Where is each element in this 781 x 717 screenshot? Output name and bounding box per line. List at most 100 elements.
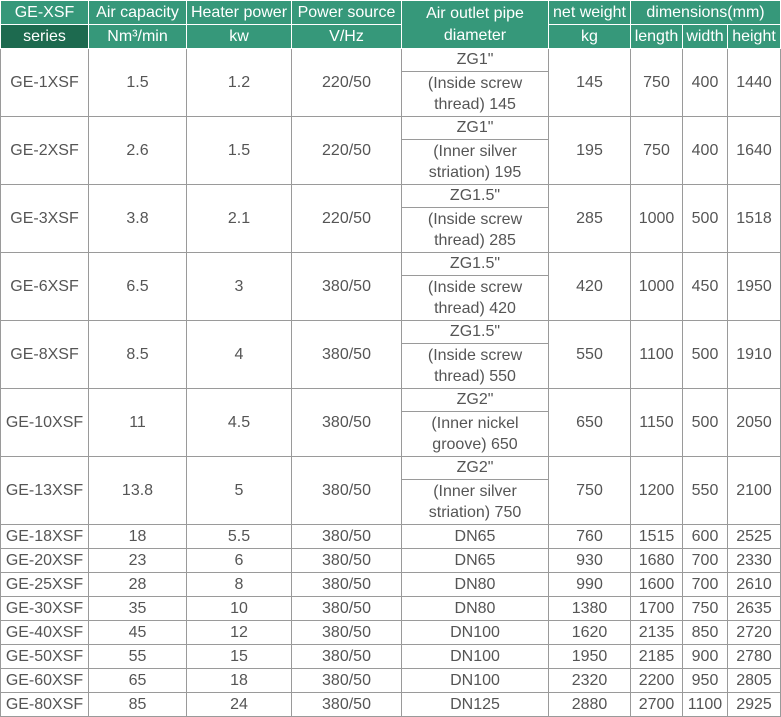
cell-air-capacity: 65 xyxy=(88,668,187,693)
cell-width: 500 xyxy=(682,320,728,389)
header-power-source: Power source xyxy=(291,0,402,25)
unit-power-source: V/Hz xyxy=(291,24,402,49)
table-row: GE-13XSF 13.8 5 380/50 ZG2" (Inner silver str… xyxy=(0,456,781,525)
table-row: GE-18XSF 18 5.5 380/50 DN65 760 1515 600 2525 xyxy=(0,524,781,549)
cell-power-source: 380/50 xyxy=(291,524,402,549)
cell-height: 2925 xyxy=(727,692,781,717)
cell-air-capacity: 45 xyxy=(88,620,187,645)
unit-air-capacity: Nm³/min xyxy=(88,24,187,49)
cell-length: 1100 xyxy=(630,320,683,389)
cell-height: 1910 xyxy=(727,320,781,389)
cell-length: 750 xyxy=(630,48,683,117)
cell-width: 700 xyxy=(682,572,728,597)
table-row: GE-1XSF 1.5 1.2 220/50 ZG1" (Inside screw thr… xyxy=(0,48,781,117)
pipe-thread-size: ZG1.5" xyxy=(402,186,548,208)
cell-air-capacity: 23 xyxy=(88,548,187,573)
cell-heater-power: 1.5 xyxy=(186,116,292,185)
cell-height: 1950 xyxy=(727,252,781,321)
spec-table-header: GE-XSF Air capacity Heater power Power s… xyxy=(0,0,781,49)
cell-length: 1515 xyxy=(630,524,683,549)
pipe-thread-size: ZG2" xyxy=(402,390,548,412)
cell-net-weight: 760 xyxy=(548,524,631,549)
cell-model: GE-6XSF xyxy=(0,252,89,321)
cell-length: 2700 xyxy=(630,692,683,717)
cell-heater-power: 2.1 xyxy=(186,184,292,253)
cell-pipe-diameter: ZG2" (Inner nickel groove) 650 xyxy=(401,388,549,457)
cell-air-capacity: 35 xyxy=(88,596,187,621)
cell-width: 600 xyxy=(682,524,728,549)
table-row: GE-10XSF 11 4.5 380/50 ZG2" (Inner nickel gro… xyxy=(0,388,781,457)
cell-length: 2185 xyxy=(630,644,683,669)
header-series: series xyxy=(0,24,89,49)
cell-heater-power: 12 xyxy=(186,620,292,645)
cell-width: 500 xyxy=(682,184,728,253)
pipe-thread-size: ZG1.5" xyxy=(402,254,548,276)
cell-net-weight: 1620 xyxy=(548,620,631,645)
cell-height: 2610 xyxy=(727,572,781,597)
pipe-connection-note: (Inner silver striation) 750 xyxy=(428,483,522,521)
cell-model: GE-50XSF xyxy=(0,644,89,669)
cell-heater-power: 24 xyxy=(186,692,292,717)
cell-net-weight: 750 xyxy=(548,456,631,525)
cell-height: 1640 xyxy=(727,116,781,185)
cell-net-weight: 145 xyxy=(548,48,631,117)
cell-power-source: 380/50 xyxy=(291,252,402,321)
cell-air-capacity: 3.8 xyxy=(88,184,187,253)
cell-length: 1000 xyxy=(630,184,683,253)
cell-width: 750 xyxy=(682,596,728,621)
cell-heater-power: 15 xyxy=(186,644,292,669)
cell-heater-power: 10 xyxy=(186,596,292,621)
cell-net-weight: 550 xyxy=(548,320,631,389)
header-length: length xyxy=(630,24,683,49)
cell-heater-power: 6 xyxy=(186,548,292,573)
cell-pipe-diameter: DN100 xyxy=(401,644,549,669)
pipe-thread-size: ZG1.5" xyxy=(402,322,548,344)
cell-air-capacity: 28 xyxy=(88,572,187,597)
table-row: GE-40XSF 45 12 380/50 DN100 1620 2135 850 2720 xyxy=(0,620,781,645)
cell-power-source: 380/50 xyxy=(291,388,402,457)
pipe-connection-note: (Inner silver striation) 195 xyxy=(428,143,522,181)
cell-net-weight: 650 xyxy=(548,388,631,457)
cell-length: 1150 xyxy=(630,388,683,457)
pipe-connection-note: (Inside screw thread) 420 xyxy=(427,279,523,317)
cell-power-source: 380/50 xyxy=(291,548,402,573)
cell-power-source: 220/50 xyxy=(291,184,402,253)
cell-pipe-diameter: DN125 xyxy=(401,692,549,717)
table-row: GE-6XSF 6.5 3 380/50 ZG1.5" (Inside screw thr… xyxy=(0,252,781,321)
cell-height: 2330 xyxy=(727,548,781,573)
cell-height: 1440 xyxy=(727,48,781,117)
cell-pipe-diameter: DN100 xyxy=(401,620,549,645)
cell-air-capacity: 85 xyxy=(88,692,187,717)
cell-net-weight: 1380 xyxy=(548,596,631,621)
cell-net-weight: 1950 xyxy=(548,644,631,669)
table-row: GE-80XSF 85 24 380/50 DN125 2880 2700 1100 2925 xyxy=(0,692,781,717)
cell-width: 950 xyxy=(682,668,728,693)
cell-power-source: 220/50 xyxy=(291,116,402,185)
cell-width: 550 xyxy=(682,456,728,525)
header-net-weight: net weight xyxy=(548,0,631,25)
cell-net-weight: 2320 xyxy=(548,668,631,693)
cell-height: 2720 xyxy=(727,620,781,645)
cell-width: 850 xyxy=(682,620,728,645)
cell-air-capacity: 8.5 xyxy=(88,320,187,389)
header-row-units: series Nm³/min kw V/Hz kg length width h… xyxy=(0,24,781,49)
cell-heater-power: 1.2 xyxy=(186,48,292,117)
cell-pipe-diameter: DN80 xyxy=(401,596,549,621)
header-width: width xyxy=(682,24,728,49)
header-model-group: GE-XSF xyxy=(0,0,89,25)
cell-pipe-diameter: ZG1.5" (Inside screw thread) 285 xyxy=(401,184,549,253)
cell-model: GE-3XSF xyxy=(0,184,89,253)
cell-height: 2805 xyxy=(727,668,781,693)
pipe-thread-size: ZG2" xyxy=(402,458,548,480)
cell-height: 2780 xyxy=(727,644,781,669)
cell-air-capacity: 18 xyxy=(88,524,187,549)
pipe-connection-note: (Inside screw thread) 285 xyxy=(427,211,523,249)
cell-model: GE-60XSF xyxy=(0,668,89,693)
cell-model: GE-10XSF xyxy=(0,388,89,457)
cell-power-source: 380/50 xyxy=(291,668,402,693)
cell-power-source: 380/50 xyxy=(291,692,402,717)
pipe-connection-note: (Inner nickel groove) 650 xyxy=(431,415,519,453)
cell-height: 2050 xyxy=(727,388,781,457)
cell-power-source: 380/50 xyxy=(291,320,402,389)
table-row: GE-3XSF 3.8 2.1 220/50 ZG1.5" (Inside screw t… xyxy=(0,184,781,253)
